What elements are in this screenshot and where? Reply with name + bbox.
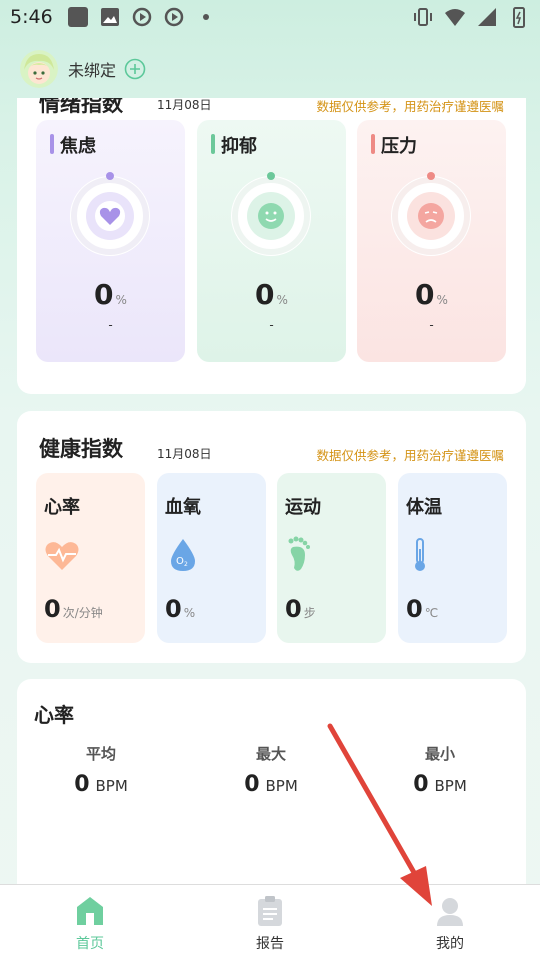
stress-sub: - [429,318,434,332]
heart-rate-card-title: 心率 [34,703,74,727]
emotion-tile-anxiety[interactable]: 焦虑 0% - [36,120,185,362]
vibrate-icon [414,8,432,26]
stress-label: 压力 [381,136,417,157]
health-tile-heart-rate[interactable]: 心率 0 次/分钟 [36,473,145,643]
heart-rate-icon [45,542,79,570]
nav-report-label: 报告 [256,936,284,952]
footprint-icon [288,536,310,571]
stat-average: 平均 0 BPM [74,745,128,797]
scroll-content[interactable]: 情绪指数 11月08日 数据仅供参考，用药治疗谨遵医嘱 焦虑 0% - 抑郁 0… [0,98,540,884]
avatar[interactable] [20,50,58,88]
depression-sub: - [269,318,274,332]
health-date: 11月08日 [157,447,212,461]
heart-rate-label: 心率 [44,497,80,518]
status-bar: 5:46 [0,0,540,36]
home-icon [77,897,103,925]
media-play-icon [132,7,152,27]
system-icons [412,6,530,28]
emotion-index-card: 情绪指数 11月08日 数据仅供参考，用药治疗谨遵医嘱 焦虑 0% - 抑郁 0… [17,98,526,394]
health-disclaimer: 数据仅供参考，用药治疗谨遵医嘱 [316,448,504,463]
profile-icon [437,898,463,926]
smile-face-icon [258,203,284,229]
nav-profile[interactable]: 我的 [390,895,510,953]
anxiety-color-bar [50,134,54,154]
emotion-tile-depression[interactable]: 抑郁 0% - [197,120,346,362]
report-icon [258,896,282,926]
depression-ring-gauge [231,172,311,256]
stress-ring-gauge [391,172,471,256]
stat-min: 最小 0 BPM [413,745,467,797]
nav-home[interactable]: 首页 [30,895,150,953]
depression-label: 抑郁 [221,136,257,157]
more-dot-icon [203,14,209,20]
stat-max: 最大 0 BPM [244,745,298,797]
svg-text:2: 2 [184,561,188,568]
svg-text:O: O [176,556,184,567]
app-header: 未绑定 [20,50,146,88]
nav-home-label: 首页 [76,936,104,952]
bind-status[interactable]: 未绑定 [68,57,116,81]
health-tile-oxygen[interactable]: 血氧 O 2 0% [157,473,266,643]
app-notification-icon [68,7,88,27]
battery-icon [513,7,525,28]
bottom-navigation: 首页 报告 我的 [0,884,540,960]
heart-rate-card[interactable]: 心率 平均 0 BPM 最大 0 BPM 最小 0 BPM [17,679,526,884]
emotion-disclaimer: 数据仅供参考，用药治疗谨遵医嘱 [316,99,504,114]
oxygen-drop-icon: O 2 [171,539,195,571]
health-tile-temperature[interactable]: 体温 0 ℃ [398,473,507,643]
media-play-icon-2 [164,7,184,27]
depression-color-bar [211,134,215,154]
emotion-title: 情绪指数 [39,98,123,116]
stress-value: 0% [415,278,448,311]
status-time: 5:46 [10,6,53,28]
signal-icon [478,8,496,26]
anxiety-label: 焦虑 [60,136,96,157]
emotion-date: 11月08日 [157,98,212,112]
notification-icons [67,6,217,28]
temperature-value: 0 ℃ [406,595,439,623]
emotion-tile-stress[interactable]: 压力 0% - [357,120,506,362]
heart-rate-value: 0 次/分钟 [44,595,103,623]
sad-face-icon [418,203,444,229]
wifi-icon [445,9,465,26]
oxygen-label: 血氧 [165,497,201,518]
stress-color-bar [371,134,375,154]
nav-report[interactable]: 报告 [210,895,330,953]
gallery-icon [101,8,119,26]
exercise-label: 运动 [285,497,321,518]
thermometer-icon [415,538,425,571]
temperature-label: 体温 [406,497,442,518]
health-title: 健康指数 [39,437,123,461]
oxygen-value: 0% [165,595,196,623]
nav-profile-label: 我的 [436,936,464,952]
anxiety-sub: - [108,318,113,332]
exercise-value: 0步 [285,595,316,623]
anxiety-value: 0% [94,278,127,311]
add-device-icon[interactable] [124,58,146,80]
health-index-card: 健康指数 11月08日 数据仅供参考，用药治疗谨遵医嘱 心率 0 次/分钟 血氧 … [17,411,526,663]
depression-value: 0% [255,278,288,311]
anxiety-ring-gauge [70,172,150,256]
health-tile-exercise[interactable]: 运动 0步 [277,473,386,643]
